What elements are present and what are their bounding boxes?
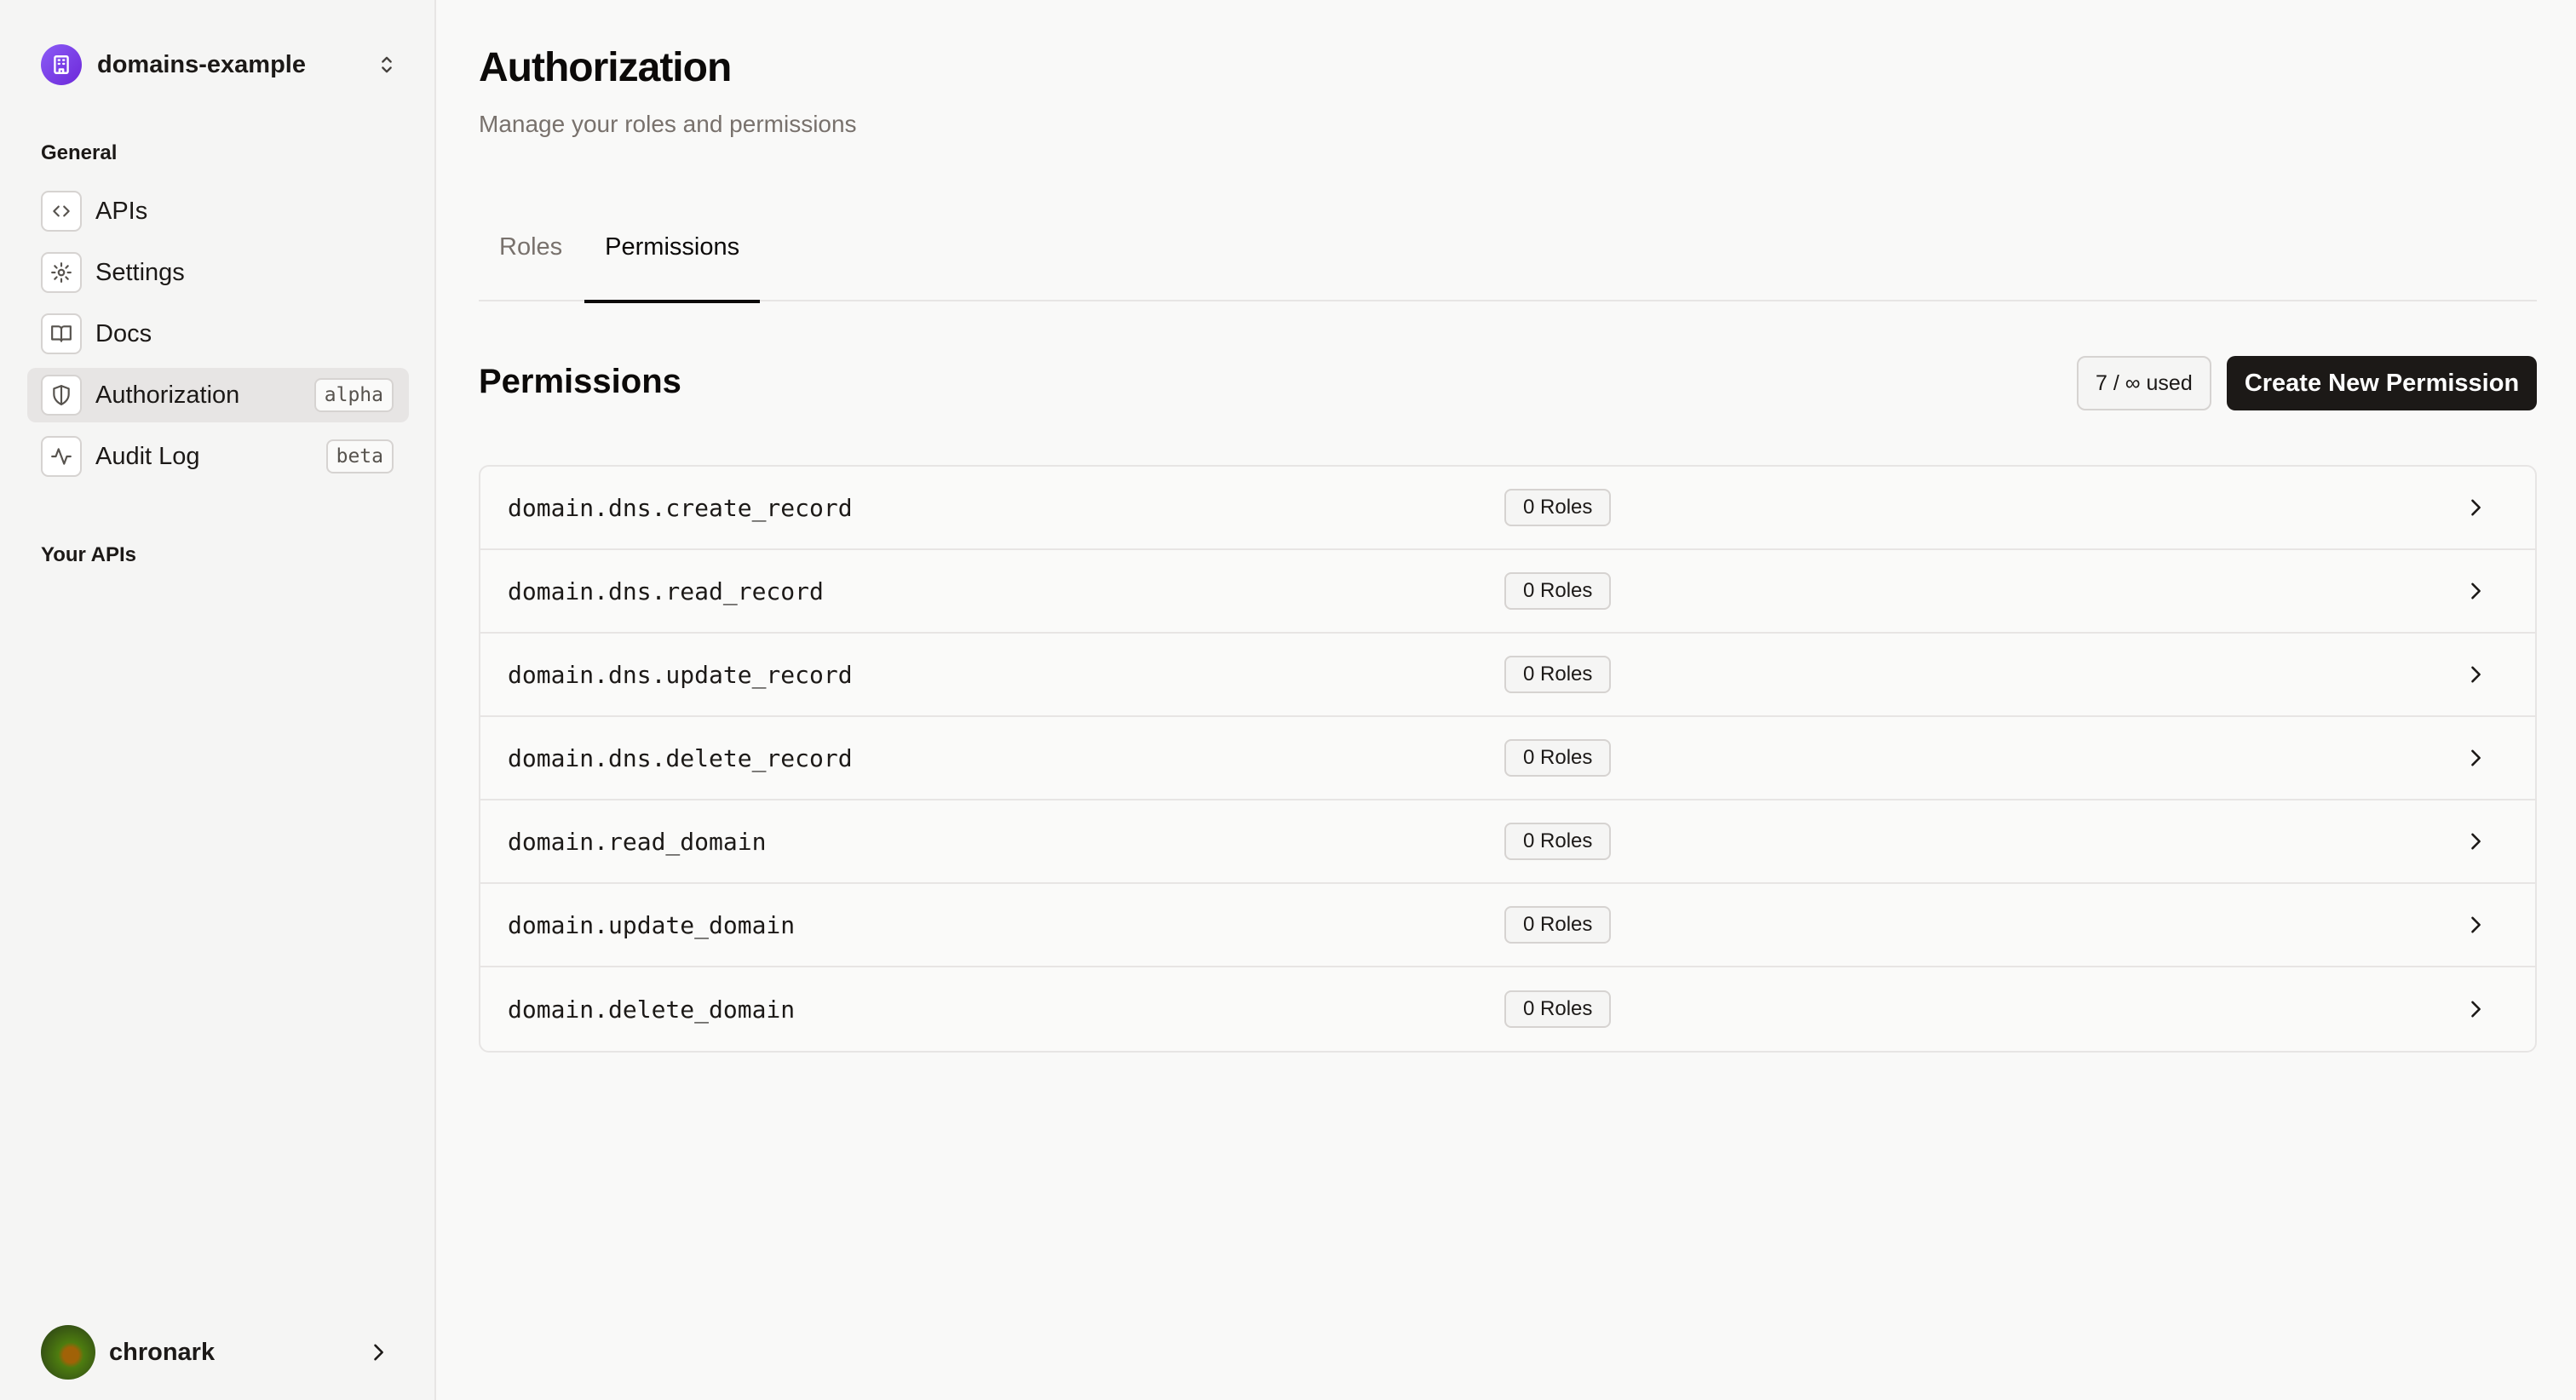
chevron-right-icon	[2471, 749, 2481, 766]
permission-row[interactable]: domain.update_domain 0 Roles	[480, 884, 2535, 967]
permission-row[interactable]: domain.dns.delete_record 0 Roles	[480, 717, 2535, 800]
permission-row[interactable]: domain.delete_domain 0 Roles	[480, 967, 2535, 1051]
chevron-right-icon	[2471, 582, 2481, 600]
permission-row[interactable]: domain.dns.read_record 0 Roles	[480, 550, 2535, 634]
chevron-right-icon	[2471, 916, 2481, 933]
book-icon	[41, 313, 82, 354]
workspace-switcher[interactable]: domains-example	[41, 44, 399, 85]
roles-count-badge: 0 Roles	[1504, 656, 1612, 693]
workspace-avatar-icon	[41, 44, 82, 85]
roles-count-badge: 0 Roles	[1504, 906, 1612, 944]
app-root: domains-example General APIs Settings Do…	[0, 0, 2576, 1400]
roles-count-badge: 0 Roles	[1504, 489, 1612, 526]
sidebar-nav: APIs Settings Docs Authorization alpha A…	[27, 184, 409, 491]
roles-count-badge: 0 Roles	[1504, 739, 1612, 777]
tab-permissions[interactable]: Permissions	[584, 213, 761, 303]
activity-icon	[41, 436, 82, 477]
sidebar-item-authorization[interactable]: Authorization alpha	[27, 368, 409, 422]
your-apis-section-label: Your APIs	[41, 543, 137, 566]
create-permission-button[interactable]: Create New Permission	[2227, 356, 2537, 410]
roles-count-badge: 0 Roles	[1504, 823, 1612, 860]
permission-row[interactable]: domain.read_domain 0 Roles	[480, 800, 2535, 884]
main-content: Authorization Manage your roles and perm…	[436, 0, 2576, 1400]
user-name: chronark	[109, 1338, 216, 1366]
permission-name: domain.dns.read_record	[508, 577, 824, 605]
workspace-name: domains-example	[97, 50, 306, 78]
general-section-label: General	[41, 141, 118, 164]
sidebar: domains-example General APIs Settings Do…	[0, 0, 436, 1400]
beta-badge: beta	[325, 439, 394, 473]
chevron-right-icon	[2471, 1001, 2481, 1018]
chevron-right-icon	[374, 1344, 383, 1361]
tab-roles[interactable]: Roles	[479, 213, 583, 301]
sidebar-item-settings[interactable]: Settings	[27, 245, 409, 300]
sidebar-item-docs[interactable]: Docs	[27, 307, 409, 361]
usage-badge: 7 / ∞ used	[2077, 356, 2211, 410]
chevron-right-icon	[2471, 833, 2481, 850]
alpha-badge: alpha	[313, 378, 394, 412]
permission-name: domain.update_domain	[508, 910, 796, 939]
shield-icon	[41, 375, 82, 416]
permission-name: domain.dns.delete_record	[508, 743, 853, 772]
code-icon	[41, 191, 82, 232]
sidebar-item-label: APIs	[95, 197, 148, 225]
page-title: Authorization	[479, 45, 732, 90]
sidebar-item-label: Settings	[95, 258, 185, 286]
sidebar-item-label: Audit Log	[95, 442, 200, 470]
permission-name: domain.delete_domain	[508, 995, 796, 1024]
permissions-heading: Permissions	[479, 363, 681, 400]
page-subtitle: Manage your roles and permissions	[479, 111, 857, 137]
tab-bar: Roles Permissions	[479, 213, 2537, 303]
gear-icon	[41, 252, 82, 293]
permission-list: domain.dns.create_record 0 Roles domain.…	[479, 465, 2537, 1053]
roles-count-badge: 0 Roles	[1504, 990, 1612, 1028]
user-menu[interactable]: chronark	[41, 1325, 399, 1380]
chevron-right-icon	[2471, 666, 2481, 683]
permission-row[interactable]: domain.dns.create_record 0 Roles	[480, 467, 2535, 550]
permission-name: domain.dns.update_record	[508, 660, 853, 689]
permission-name: domain.dns.create_record	[508, 493, 853, 522]
sidebar-item-audit-log[interactable]: Audit Log beta	[27, 429, 409, 484]
roles-count-badge: 0 Roles	[1504, 572, 1612, 610]
sidebar-item-apis[interactable]: APIs	[27, 184, 409, 238]
sidebar-item-label: Docs	[95, 319, 152, 347]
permission-name: domain.read_domain	[508, 827, 767, 856]
permission-row[interactable]: domain.dns.update_record 0 Roles	[480, 634, 2535, 717]
chevron-right-icon	[2471, 499, 2481, 516]
chevron-up-down-icon	[382, 56, 392, 73]
avatar	[41, 1325, 95, 1380]
sidebar-item-label: Authorization	[95, 381, 240, 409]
